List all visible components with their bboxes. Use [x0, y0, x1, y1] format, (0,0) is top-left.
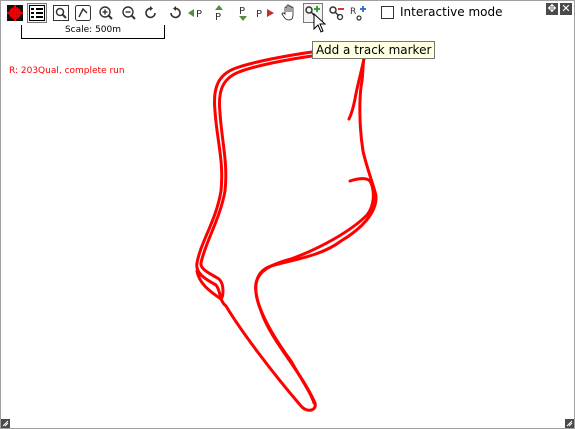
tooltip: Add a track marker: [312, 41, 436, 59]
track-map: [195, 50, 378, 412]
resize-corner-icon[interactable]: [1, 419, 10, 428]
track-path-hairpin: [254, 177, 375, 405]
track-map-window: P P P P R Interactive mode ✥ ✕ Scale: 50…: [0, 0, 575, 429]
mouse-cursor-icon: [313, 13, 327, 33]
resize-corner-icon[interactable]: [565, 419, 574, 428]
